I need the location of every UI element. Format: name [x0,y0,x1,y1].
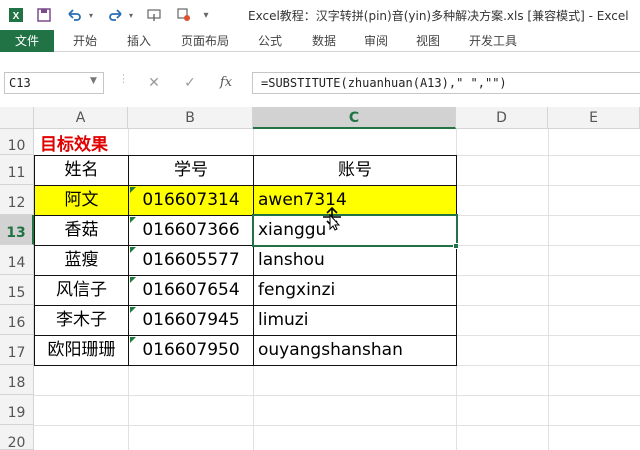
table-cell[interactable]: 016605577 [128,245,254,276]
gridline [548,129,549,450]
table-header-name[interactable]: 姓名 [34,155,129,186]
formula-input[interactable]: =SUBSTITUTE(zhuanhuan(A13)," ","") [252,72,640,94]
row-header-16[interactable]: 16 [0,305,34,335]
tab-view[interactable]: 视图 [406,30,450,52]
error-indicator-icon[interactable] [130,277,136,283]
row-header-10[interactable]: 10 [0,129,34,155]
table-cell[interactable]: lanshou [253,245,457,276]
column-header-e[interactable]: E [548,107,640,129]
gridline [34,425,640,426]
table-cell[interactable]: 016607945 [128,305,254,336]
excel-window: X ▾ ▾ ▾ Excel教程：汉字转拼(pin)音(yin)多种解决方案.xl… [0,0,640,450]
touch-mode-icon[interactable] [144,5,164,25]
title-bar: X ▾ ▾ ▾ Excel教程：汉字转拼(pin)音(yin)多种解决方案.xl… [0,0,640,30]
gridline [34,395,640,396]
table-cell[interactable]: 016607366 [128,215,254,246]
table-cell[interactable]: awen7314 [253,185,457,216]
column-header-b[interactable]: B [128,107,253,129]
window-title: Excel教程：汉字转拼(pin)音(yin)多种解决方案.xls [兼容模式]… [248,9,629,23]
tab-developer[interactable]: 开发工具 [460,30,526,52]
undo-dropdown-icon[interactable]: ▾ [86,5,96,25]
row-header-17[interactable]: 17 [0,335,34,365]
column-header-c[interactable]: C [253,107,456,129]
customize-qat-icon[interactable]: ▾ [200,5,212,25]
sheet-heading: 目标效果 [40,135,108,155]
svg-text:X: X [13,11,20,22]
tab-insert[interactable]: 插入 [116,30,162,52]
table-cell[interactable]: 016607654 [128,275,254,306]
row-header-12[interactable]: 12 [0,185,34,215]
row-header-11[interactable]: 11 [0,155,34,185]
row-header-13[interactable]: 13 [0,215,34,245]
table-cell[interactable]: fengxinzi [253,275,457,306]
table-cell[interactable]: 香菇 [34,215,129,246]
name-box-dropdown-icon[interactable]: ▼ [90,76,97,86]
ribbon-tabs: 文件 开始 插入 页面布局 公式 数据 审阅 视图 开发工具 [0,30,640,52]
column-header-d[interactable]: D [456,107,548,129]
formula-bar-grip-icon: ⋮ [118,73,129,92]
error-indicator-icon[interactable] [130,217,136,223]
table-cell[interactable]: 蓝瘦 [34,245,129,276]
error-indicator-icon[interactable] [130,187,136,193]
table-cell[interactable]: ouyangshanshan [253,335,457,366]
undo-icon[interactable] [64,5,84,25]
row-header-15[interactable]: 15 [0,275,34,305]
tab-review[interactable]: 审阅 [354,30,398,52]
worksheet-grid[interactable]: A B C D E 10 11 12 13 14 15 16 17 18 19 … [0,107,640,450]
tab-file[interactable]: 文件 [0,30,54,52]
table-cell[interactable]: 016607314 [128,185,254,216]
enter-icon[interactable]: ✓ [181,73,199,93]
tab-data[interactable]: 数据 [302,30,346,52]
table-cell[interactable]: limuzi [253,305,457,336]
insert-function-icon[interactable]: fx [217,73,235,93]
redo-dropdown-icon[interactable]: ▾ [126,5,136,25]
tab-page-layout[interactable]: 页面布局 [172,30,238,52]
tab-formulas[interactable]: 公式 [248,30,292,52]
table-cell[interactable]: 欧阳珊珊 [34,335,129,366]
move-cursor-icon [322,206,342,236]
cancel-icon[interactable]: ✕ [145,73,163,93]
excel-logo-icon: X [6,5,26,25]
column-header-a[interactable]: A [34,107,128,129]
fill-handle[interactable] [453,243,459,249]
error-indicator-icon[interactable] [130,337,136,343]
table-header-account[interactable]: 账号 [253,155,457,186]
table-cell[interactable]: 李木子 [34,305,129,336]
clear-format-icon[interactable] [174,5,194,25]
error-indicator-icon[interactable] [130,247,136,253]
select-all-corner[interactable] [0,107,34,129]
table-cell[interactable]: 阿文 [34,185,129,216]
row-header-14[interactable]: 14 [0,245,34,275]
row-header-19[interactable]: 19 [0,395,34,425]
name-box[interactable]: C13 [4,72,104,94]
row-header-18[interactable]: 18 [0,365,34,395]
error-indicator-icon[interactable] [130,307,136,313]
row-header-20[interactable]: 20 [0,425,34,450]
save-icon[interactable] [34,5,54,25]
tab-home[interactable]: 开始 [62,30,108,52]
table-cell[interactable]: xianggu [253,215,457,246]
table-cell[interactable]: 风信子 [34,275,129,306]
table-header-id[interactable]: 学号 [128,155,254,186]
redo-icon[interactable] [106,5,126,25]
table-cell[interactable]: 016607950 [128,335,254,366]
